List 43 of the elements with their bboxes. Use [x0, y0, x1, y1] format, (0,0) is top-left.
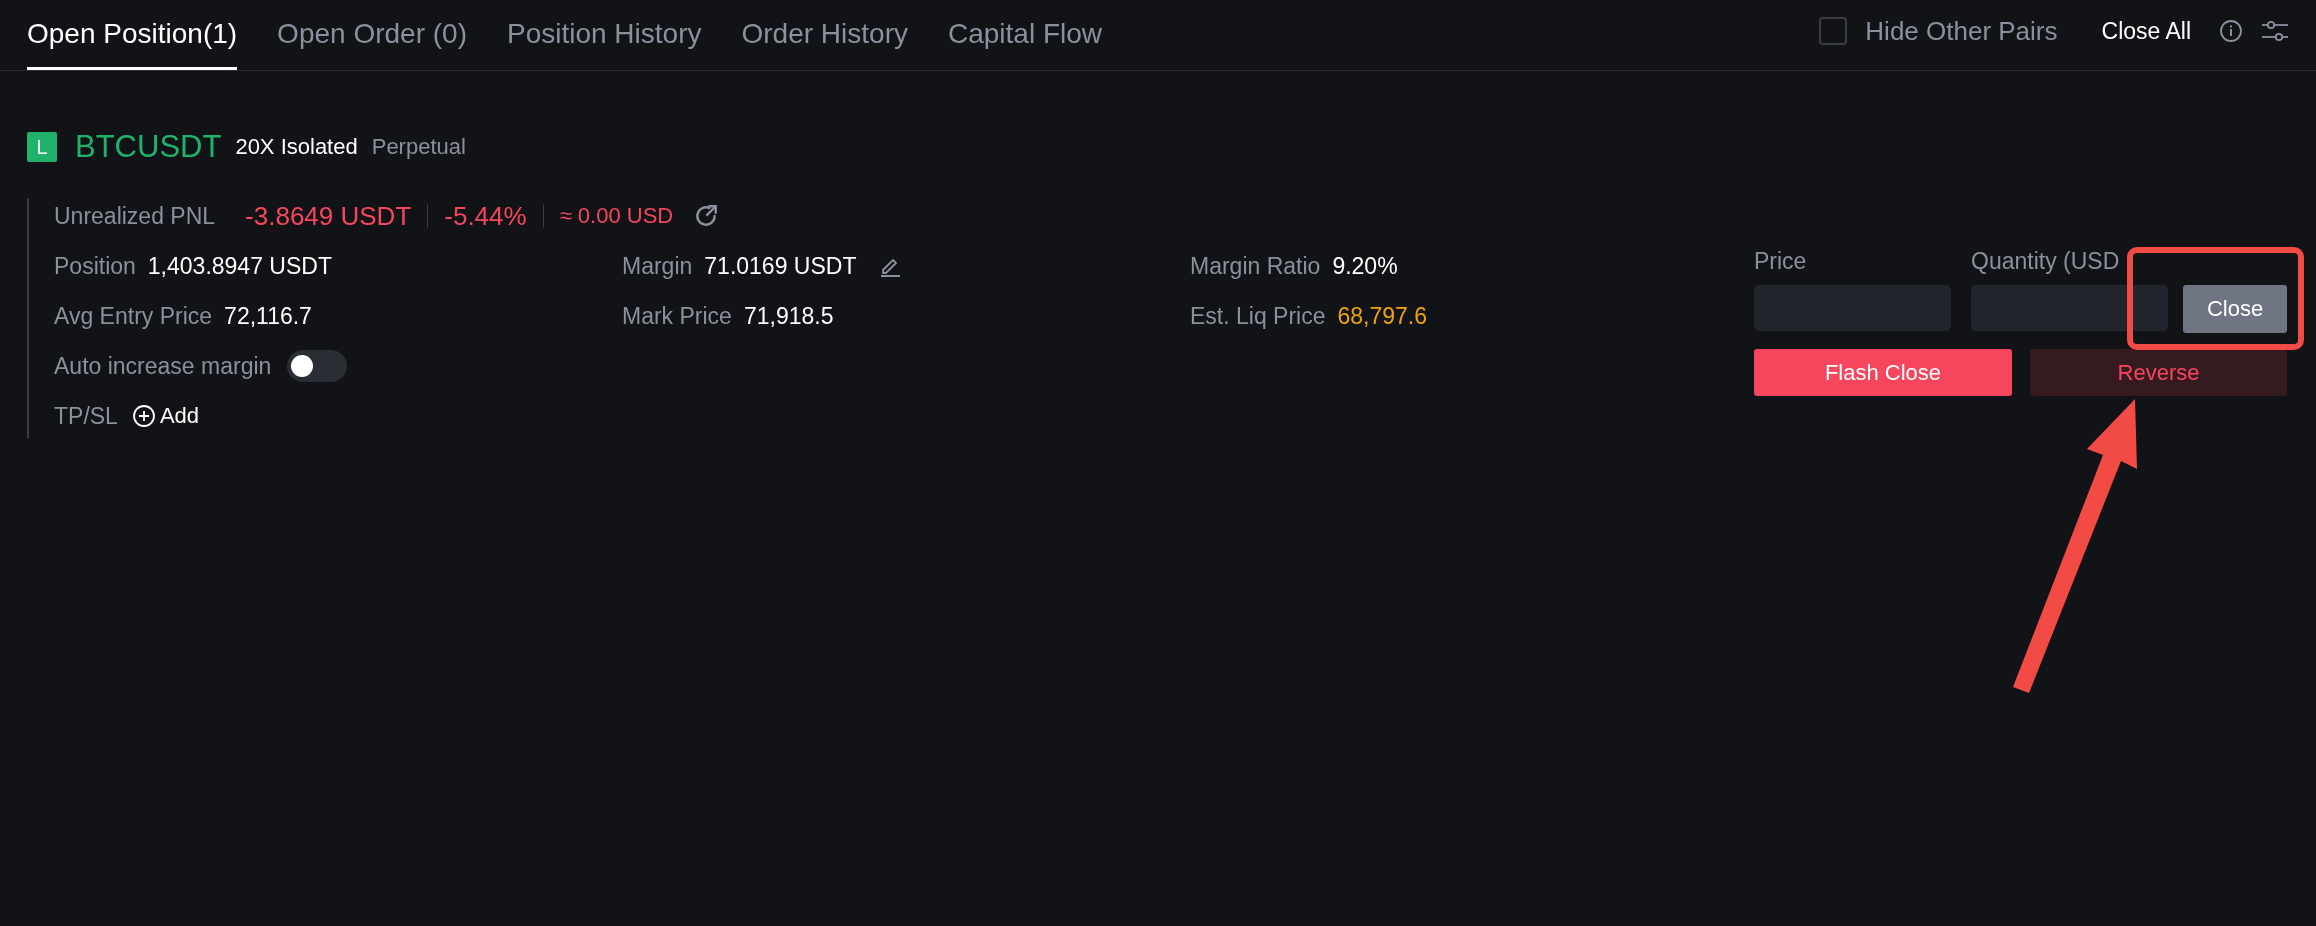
add-button[interactable]: Add: [131, 403, 200, 429]
tab[interactable]: Open Order (0): [277, 0, 467, 70]
flash-close-button[interactable]: Flash Close: [1754, 349, 2012, 396]
symbol: BTCUSDT: [75, 129, 222, 165]
plus-circle-icon: [131, 404, 156, 428]
side-badge: L: [27, 132, 57, 162]
pnl-label: Unrealized PNL: [54, 202, 216, 230]
checkbox-label[interactable]: Hide Other Pairs: [1865, 15, 2058, 47]
field-label: Margin Ratio: [1190, 252, 1321, 280]
field-label: Position: [54, 252, 136, 280]
field-value: 71,918.5: [743, 302, 834, 330]
price-field[interactable]: [1754, 285, 1951, 331]
pnl-percent: -5.44%: [444, 200, 527, 232]
tpsl-label: TP/SL: [54, 402, 118, 430]
tab[interactable]: Position History: [506, 0, 702, 70]
reverse-button[interactable]: Reverse: [2030, 349, 2287, 396]
quantity-label: Quantity (USD: [1971, 248, 2121, 275]
field-value: 71.0169 USDT: [704, 252, 857, 280]
share-icon[interactable]: [693, 203, 720, 229]
field-value: 68,797.6: [1337, 302, 1428, 330]
field-value: 1,403.8947 USDT: [147, 252, 332, 280]
leverage-label: 20X Isolated: [235, 134, 358, 160]
tab[interactable]: Open Position(1): [27, 0, 238, 70]
close-all-button[interactable]: Close All: [2101, 17, 2191, 45]
field-value: 9.20%: [1332, 252, 1398, 280]
tab[interactable]: Order History: [741, 0, 908, 70]
field-label: Est. Liq Price: [1190, 302, 1326, 330]
price-label: Price: [1754, 248, 1808, 275]
contract-type: Perpetual: [371, 134, 466, 160]
close-button[interactable]: Close: [2183, 285, 2287, 333]
field-value: 72,116.7: [224, 302, 312, 330]
quantity-field[interactable]: [1971, 285, 2168, 331]
sliders-icon[interactable]: [2261, 19, 2289, 43]
tab[interactable]: Capital Flow: [947, 0, 1102, 70]
field-label: Margin: [622, 252, 693, 280]
field-label: Avg Entry Price: [54, 302, 213, 330]
auto-margin-label: Auto increase margin: [54, 352, 272, 380]
toggle-switch[interactable]: [287, 350, 348, 382]
pnl-amount: -3.8649 USDT: [245, 200, 412, 232]
field-label: Mark Price: [622, 302, 732, 330]
info-icon[interactable]: [2219, 19, 2243, 43]
checkbox[interactable]: [1819, 17, 1848, 45]
pnl-usd: ≈ 0.00 USD: [559, 203, 674, 229]
